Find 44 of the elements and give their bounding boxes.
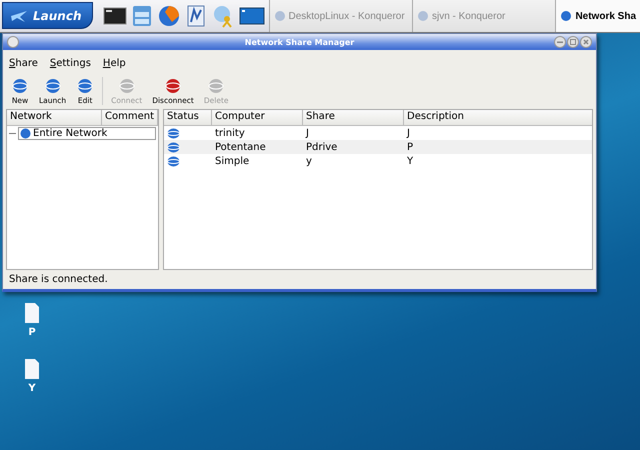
network-icon: [11, 78, 29, 94]
window-title: Network Share Manager: [244, 38, 354, 46]
taskbar-button[interactable]: Network Sha: [555, 0, 640, 32]
file-icon[interactable]: [23, 357, 41, 381]
column-header[interactable]: Description: [404, 110, 592, 125]
icon-label: Y: [28, 383, 36, 394]
table-cell-text: J: [304, 128, 310, 138]
collapse-icon[interactable]: [9, 130, 16, 137]
desktop-icon[interactable]: [238, 6, 264, 26]
column-header[interactable]: Status: [164, 110, 212, 125]
network-icon: [167, 128, 180, 138]
launch-button[interactable]: Launch: [2, 2, 92, 29]
minimize-icon[interactable]: [554, 36, 566, 48]
terminal-icon[interactable]: [102, 6, 126, 26]
column-header[interactable]: Network: [7, 110, 102, 125]
menu-item[interactable]: Share: [9, 58, 38, 69]
status-text: Share is connected.: [8, 273, 109, 287]
close-icon[interactable]: [580, 36, 592, 48]
tree-item[interactable]: Entire Network: [18, 127, 156, 140]
table-cell-text: J: [406, 128, 411, 138]
network-icon: [207, 78, 226, 94]
window-menu-icon[interactable]: [7, 36, 19, 48]
network-icon: [76, 78, 94, 94]
menu-item[interactable]: Help: [102, 58, 126, 69]
file-icon[interactable]: [23, 301, 41, 325]
table-cell-text: Simple: [214, 156, 250, 166]
network-icon: [118, 78, 136, 94]
menu-item[interactable]: Settings: [50, 58, 91, 69]
table-cell-text: Potentane: [214, 142, 267, 152]
column-header[interactable]: Share: [303, 110, 404, 125]
column-header[interactable]: Comment: [102, 110, 158, 125]
table-cell-text: y: [305, 156, 313, 166]
table-cell-text: P: [406, 142, 414, 152]
maximize-icon[interactable]: [567, 36, 579, 48]
icon-label: P: [28, 327, 36, 338]
network-icon: [167, 142, 180, 152]
column-header[interactable]: Computer: [212, 110, 303, 125]
table-cell-text: Y: [406, 156, 414, 166]
network-icon: [44, 78, 62, 94]
network-icon: [164, 78, 182, 94]
document-icon[interactable]: [184, 4, 206, 28]
table-cell-text: Pdrive: [305, 142, 338, 152]
table-cell-text: trinity: [214, 128, 246, 138]
network-icon: [167, 156, 180, 166]
